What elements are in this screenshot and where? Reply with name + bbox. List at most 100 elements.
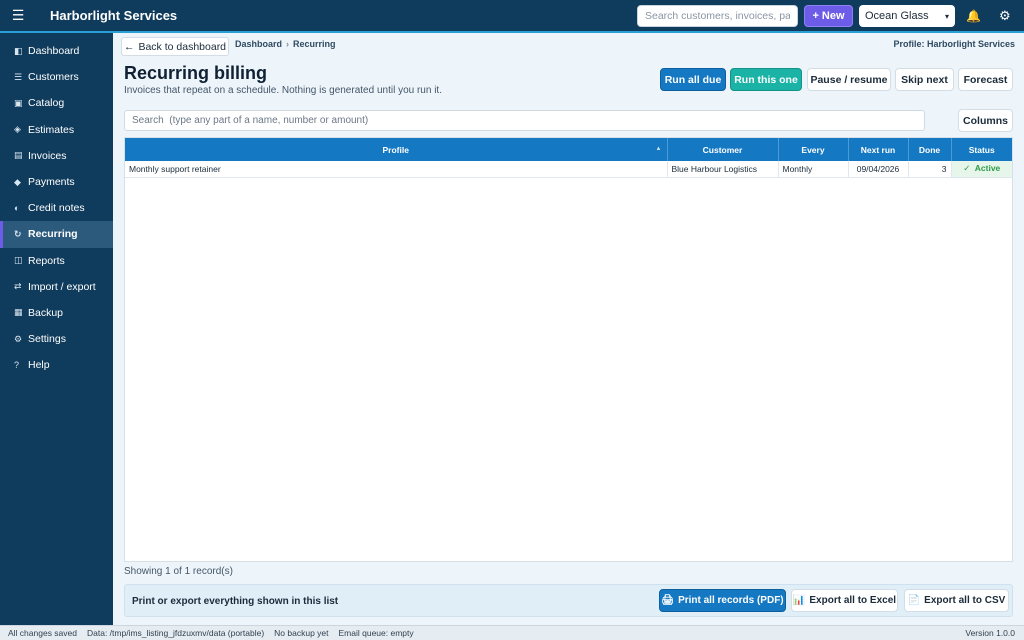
sidebar-item-label: Dashboard [28, 45, 80, 58]
export-bar-label: Print or export everything shown in this… [132, 596, 339, 607]
sidebar-item-recurring[interactable]: ↻ Recurring [0, 221, 113, 248]
column-header-next-run[interactable]: Next run [848, 138, 909, 161]
catalog-icon: ▣ [14, 97, 23, 108]
pause-resume-button[interactable]: Pause / resume [807, 68, 891, 91]
back-to-dashboard-button[interactable]: ← Back to dashboard [121, 37, 229, 56]
dashboard-icon: ◧ [14, 45, 23, 56]
column-header-label: Profile [382, 144, 409, 155]
export-excel-button[interactable]: 📊 Export all to Excel [791, 589, 898, 612]
sidebar: ◧ Dashboard ☰ Customers ▣ Catalog ◈ Estimates ▤ I… [0, 33, 113, 625]
cell-customer: Blue Harbour Logistics [667, 161, 779, 178]
document-icon: 📄 [907, 595, 921, 606]
table-row[interactable]: Monthly support retainer Blue Harbour Lo… [125, 161, 1012, 178]
column-header-status[interactable]: Status [951, 138, 1012, 161]
printer-icon: 🖨 [661, 595, 675, 606]
sidebar-item-credit-notes[interactable]: ◐ Credit notes [0, 195, 113, 221]
columns-button[interactable]: Columns [958, 109, 1013, 132]
sidebar-item-label: Credit notes [28, 202, 85, 215]
credit-notes-icon: ◐ [14, 203, 20, 214]
backup-status: No backup yet [274, 628, 329, 638]
sidebar-item-label: Backup [28, 306, 64, 319]
breadcrumb-dashboard[interactable]: Dashboard [235, 39, 282, 49]
cell-profile: Monthly support retainer [125, 161, 668, 178]
sidebar-item-label: Customers [28, 71, 79, 84]
sort-arrow-icon: ▲ [655, 146, 662, 152]
version-label: Version 1.0.0 [965, 628, 1015, 638]
print-all-button[interactable]: 🖨 Print all records (PDF) [659, 589, 786, 612]
customers-icon: ☰ [14, 71, 23, 82]
sidebar-item-customers[interactable]: ☰ Customers [0, 64, 113, 90]
email-queue-status: Email queue: empty [338, 628, 414, 638]
cell-done: 3 [908, 161, 952, 178]
main-content: ← Back to dashboard Dashboard › Recurrin… [113, 33, 1024, 625]
sidebar-item-label: Catalog [28, 97, 65, 110]
status-badge: ✓ Active [951, 161, 1012, 178]
sidebar-item-backup[interactable]: ▦ Backup [0, 300, 113, 326]
sidebar-item-invoices[interactable]: ▤ Invoices [0, 143, 113, 169]
profile-label: Profile: Harborlight Services [893, 39, 1015, 49]
theme-select[interactable]: Ocean Glass ▾ [859, 5, 955, 27]
sidebar-item-estimates[interactable]: ◈ Estimates [0, 117, 113, 143]
arrow-left-icon: ← [123, 40, 135, 53]
export-csv-button[interactable]: 📄 Export all to CSV [904, 589, 1009, 612]
page-subtitle: Invoices that repeat on a schedule. Noth… [124, 85, 442, 96]
status-label: Active [974, 163, 1001, 174]
sidebar-item-dashboard[interactable]: ◧ Dashboard [0, 38, 113, 64]
sidebar-item-reports[interactable]: ◫ Reports [0, 248, 113, 274]
save-status: All changes saved [8, 628, 77, 638]
run-this-one-button[interactable]: Run this one [730, 68, 802, 91]
import-export-icon: ⇄ [14, 281, 22, 292]
column-header-done[interactable]: Done [908, 138, 952, 161]
data-path: Data: /tmp/ims_listing_jfdzuxmv/data (po… [87, 628, 265, 638]
invoices-icon: ▤ [14, 150, 23, 161]
record-count: Showing 1 of 1 record(s) [124, 566, 233, 577]
sidebar-item-import-export[interactable]: ⇄ Import / export [0, 274, 113, 300]
sidebar-item-payments[interactable]: ◆ Payments [0, 169, 113, 195]
list-search-input[interactable] [124, 110, 925, 131]
settings-icon: ⚙ [14, 333, 23, 344]
sidebar-item-label: Help [28, 359, 50, 372]
check-icon: ✓ [963, 163, 971, 174]
recurring-icon: ↻ [14, 228, 22, 239]
sidebar-item-label: Import / export [28, 280, 96, 293]
page-title: Recurring billing [124, 63, 268, 83]
breadcrumb-separator: › [286, 39, 290, 49]
sidebar-item-label: Payments [28, 176, 75, 189]
sidebar-item-help[interactable]: ? Help [0, 352, 113, 378]
export-excel-label: Export all to Excel [809, 595, 897, 606]
sidebar-item-catalog[interactable]: ▣ Catalog [0, 90, 113, 116]
chevron-down-icon: ▾ [944, 11, 949, 21]
export-csv-label: Export all to CSV [924, 595, 1006, 606]
column-header-every[interactable]: Every [778, 138, 849, 161]
bell-icon[interactable]: 🔔 [966, 9, 981, 23]
theme-value: Ocean Glass [865, 10, 929, 22]
table-header-row: Profile ▲ Customer Every Next run Done St… [125, 138, 1012, 161]
forecast-button[interactable]: Forecast [958, 68, 1013, 91]
spreadsheet-icon: 📊 [792, 595, 806, 606]
menu-icon[interactable]: ☰ [0, 7, 36, 24]
sidebar-item-settings[interactable]: ⚙ Settings [0, 326, 113, 352]
cell-every: Monthly [778, 161, 849, 178]
global-search-input[interactable] [637, 5, 798, 27]
sidebar-item-label: Estimates [28, 123, 75, 136]
sidebar-item-label: Reports [28, 254, 65, 267]
sidebar-item-label: Invoices [28, 149, 67, 162]
estimates-icon: ◈ [14, 124, 21, 135]
column-header-customer[interactable]: Customer [667, 138, 779, 161]
breadcrumb-recurring: Recurring [293, 39, 336, 49]
back-button-label: Back to dashboard [138, 40, 227, 53]
payments-icon: ◆ [14, 176, 21, 187]
new-button[interactable]: + New [804, 5, 853, 27]
status-bar: All changes saved Data: /tmp/ims_listing… [0, 625, 1024, 640]
gear-icon[interactable]: ⚙ [999, 8, 1011, 24]
help-icon: ? [14, 360, 20, 371]
plus-icon: + [812, 10, 819, 22]
app-name: Harborlight Services [50, 8, 178, 23]
column-header-profile[interactable]: Profile ▲ [125, 138, 668, 161]
skip-next-button[interactable]: Skip next [895, 68, 954, 91]
run-all-due-button[interactable]: Run all due [660, 68, 726, 91]
new-button-label: New [821, 10, 845, 22]
sidebar-item-label: Recurring [28, 228, 78, 241]
reports-icon: ◫ [14, 255, 23, 266]
breadcrumb: Dashboard › Recurring [235, 39, 336, 49]
